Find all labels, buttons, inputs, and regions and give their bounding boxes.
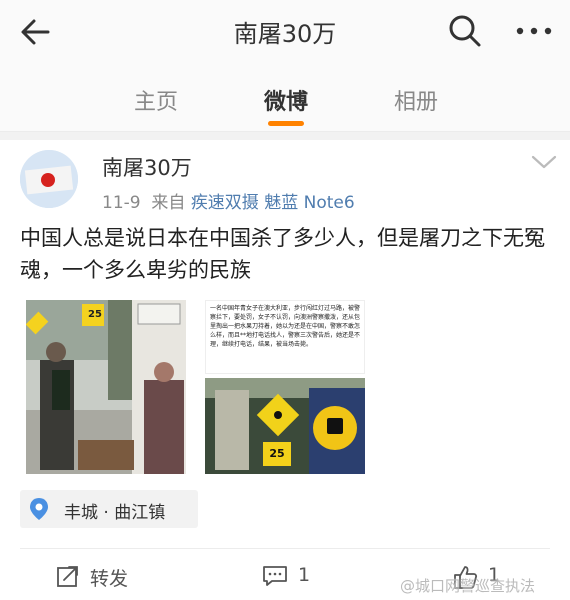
top-bar: 南屠30万 <box>0 0 570 64</box>
actions-divider <box>20 548 550 549</box>
image-caption-text: 一名中国年青女子在澳大利亚，步行闯红灯过马路，被警察拦下，要处罚，女子不认罚，向… <box>210 305 361 348</box>
tab-album[interactable]: 相册 <box>371 84 461 116</box>
location-tag[interactable]: 丰城 · 曲江镇 <box>20 490 198 528</box>
post-image-traffic-signs[interactable]: 25 <box>205 378 365 474</box>
more-options-icon[interactable] <box>512 15 556 47</box>
post-image-text[interactable]: 一名中国年青女子在澳大利亚，步行闯红灯过马路，被警察拦下，要处罚，女子不认罚，向… <box>205 300 365 374</box>
post-image-street-scene[interactable]: 25 <box>26 300 186 474</box>
tab-home[interactable]: 主页 <box>111 84 201 116</box>
tab-weibo[interactable]: 微博 <box>241 84 331 116</box>
comment-icon <box>263 566 287 586</box>
flag-avatar-image <box>20 150 78 208</box>
comment-count: 1 <box>298 564 311 586</box>
post-content: 中国人总是说日本在中国杀了多少人，但是屠刀之下无冤魂，一个多么卑劣的民族 <box>20 226 545 282</box>
post-date: 11-9 <box>102 193 141 213</box>
street-scene-illustration <box>26 300 186 474</box>
weibo-profile-page: 南屠30万 主页 微博 相册 南屠30万 11-9 来自 疾速双摄 魅蓝 Not… <box>0 0 570 600</box>
watermark: @城口网警巡查执法 <box>400 577 536 595</box>
avatar[interactable] <box>20 150 78 208</box>
speed-sign-label: 25 <box>88 309 102 320</box>
post-source-device[interactable]: 疾速双摄 魅蓝 Note6 <box>191 193 355 213</box>
section-gap <box>0 132 570 140</box>
repost-button[interactable]: 转发 <box>56 562 166 592</box>
chevron-down-icon[interactable] <box>529 152 559 172</box>
location-pin-icon <box>30 498 48 520</box>
repost-icon <box>57 566 78 587</box>
repost-label: 转发 <box>90 568 129 590</box>
location-text: 丰城 · 曲江镇 <box>64 503 166 523</box>
speed-sign-label-2: 25 <box>269 447 285 460</box>
search-icon[interactable] <box>445 11 485 51</box>
profile-tabs: 主页 微博 相册 <box>0 64 570 132</box>
active-tab-indicator <box>268 121 304 126</box>
post-meta: 11-9 来自 疾速双摄 魅蓝 Note6 <box>102 188 355 213</box>
comment-button[interactable]: 1 <box>262 562 332 592</box>
post-source-prefix: 来自 <box>151 193 186 213</box>
post-author-name[interactable]: 南屠30万 <box>102 152 192 182</box>
